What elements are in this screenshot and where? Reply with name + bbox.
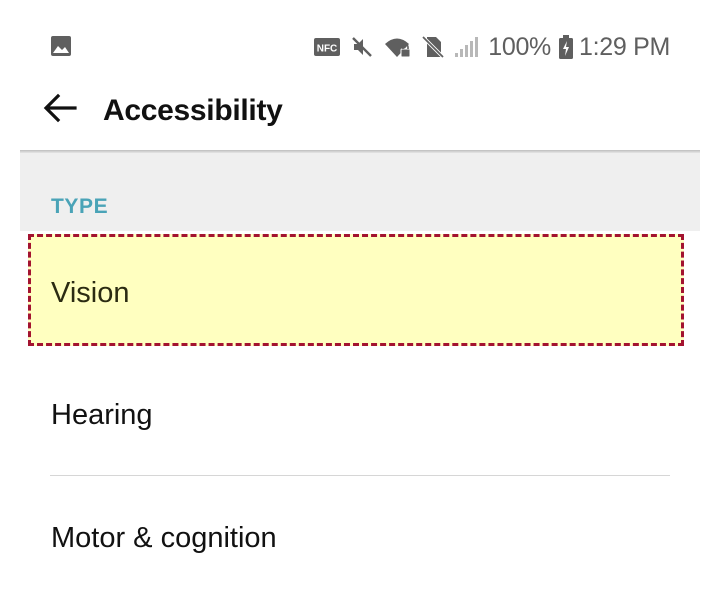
status-icons: NFC 100% 1:29 PM bbox=[314, 30, 670, 64]
no-sim-icon bbox=[422, 35, 445, 59]
nfc-label: NFC bbox=[317, 44, 338, 55]
list-item-label: Motor & cognition bbox=[51, 522, 277, 554]
list-item-hearing[interactable]: Hearing bbox=[20, 355, 700, 475]
section-header-label: TYPE bbox=[51, 195, 109, 218]
list-item-vision[interactable]: Vision bbox=[20, 231, 700, 353]
list-item-label: Hearing bbox=[51, 399, 153, 431]
mute-icon bbox=[350, 35, 374, 59]
wifi-locked-icon bbox=[384, 35, 412, 59]
arrow-back-icon bbox=[43, 93, 77, 128]
battery-charging-icon bbox=[558, 35, 573, 59]
app-bar: Accessibility bbox=[20, 76, 700, 152]
nfc-icon: NFC bbox=[314, 37, 341, 57]
list-item-motor-cognition[interactable]: Motor & cognition bbox=[20, 476, 700, 600]
back-button[interactable] bbox=[40, 90, 80, 130]
page-title: Accessibility bbox=[103, 94, 283, 127]
battery-percent: 100% bbox=[488, 32, 551, 61]
signal-icon bbox=[454, 35, 479, 59]
gallery-icon bbox=[50, 35, 72, 62]
status-time: 1:29 PM bbox=[578, 32, 670, 61]
section-header: TYPE bbox=[20, 153, 700, 231]
list-item-label: Vision bbox=[51, 277, 130, 309]
